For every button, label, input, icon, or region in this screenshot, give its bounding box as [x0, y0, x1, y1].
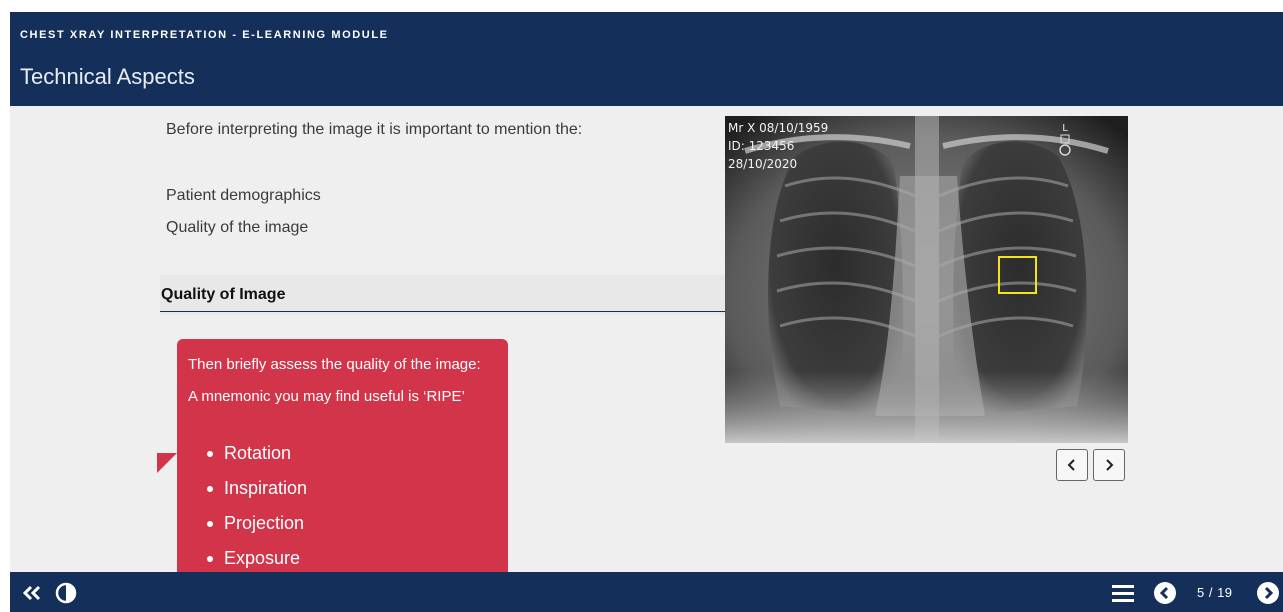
chevron-left-icon: [1067, 459, 1075, 471]
circle-chevron-right-icon: [1257, 582, 1279, 604]
section-heading: Quality of Image: [161, 286, 286, 303]
page-counter: 5 / 19: [1197, 585, 1233, 600]
xray-side-marker: L: [1059, 124, 1071, 159]
contrast-toggle-button[interactable]: [55, 582, 77, 604]
page-content: Before interpreting the image it is impo…: [10, 106, 1283, 579]
module-title: CHEST XRAY INTERPRETATION - E-LEARNING M…: [20, 29, 389, 41]
circle-chevron-left-icon: [1154, 582, 1176, 604]
double-chevron-left-icon: [22, 585, 41, 601]
mention-item: Quality of the image: [166, 219, 309, 236]
image-next-button[interactable]: [1093, 449, 1125, 481]
back-to-start-button[interactable]: [21, 582, 43, 604]
marker-circle-icon: [1059, 134, 1071, 156]
xray-id-label: ID: 123456: [728, 139, 795, 153]
module-header: CHEST XRAY INTERPRETATION - E-LEARNING M…: [10, 12, 1283, 106]
mention-list: Patient demographics Quality of the imag…: [166, 185, 321, 249]
ripe-list: Rotation Inspiration Projection Exposure: [207, 441, 508, 581]
next-page-button[interactable]: [1257, 582, 1279, 604]
previous-page-button[interactable]: [1154, 582, 1176, 604]
menu-button[interactable]: [1112, 582, 1134, 604]
module-footer: 5 / 19: [10, 572, 1283, 612]
image-prev-button[interactable]: [1056, 449, 1088, 481]
section-divider: [160, 311, 725, 312]
intro-text: Before interpreting the image it is impo…: [166, 121, 583, 138]
region-of-interest-box: [998, 256, 1037, 294]
ripe-item: Inspiration: [207, 476, 508, 511]
ripe-item: Rotation: [207, 441, 508, 476]
chest-xray-image: Mr X 08/10/1959 ID: 123456 28/10/2020 L: [725, 116, 1128, 443]
xray-patient-label: Mr X 08/10/1959: [728, 121, 829, 135]
callout-line: A mnemonic you may find useful is ‘RIPE’: [188, 388, 465, 405]
ripe-item: Projection: [207, 511, 508, 546]
chevron-right-icon: [1106, 459, 1114, 471]
side-marker-letter: L: [1062, 123, 1068, 134]
callout-pointer: [157, 453, 177, 473]
xray-date-label: 28/10/2020: [728, 157, 798, 171]
contrast-icon: [55, 582, 77, 604]
mention-item: Patient demographics: [166, 187, 321, 204]
callout-line: Then briefly assess the quality of the i…: [188, 356, 481, 373]
module-frame: CHEST XRAY INTERPRETATION - E-LEARNING M…: [10, 12, 1283, 612]
page-title: Technical Aspects: [20, 64, 195, 89]
ripe-callout: Then briefly assess the quality of the i…: [177, 339, 508, 579]
hamburger-menu-icon: [1112, 585, 1134, 602]
